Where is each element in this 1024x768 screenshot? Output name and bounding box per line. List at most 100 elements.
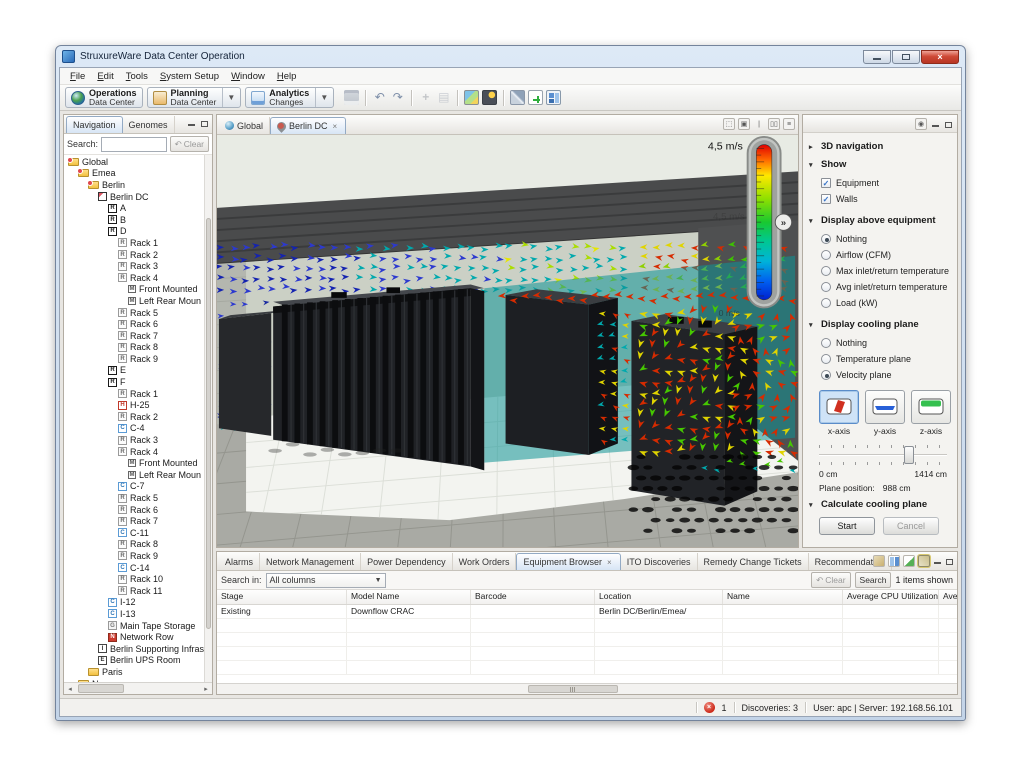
y-axis-button[interactable] [865,390,905,424]
tab-work-orders[interactable]: Work Orders [453,553,517,570]
tree-item-rack-7[interactable]: R Rack 7 [64,330,204,342]
menu-edit[interactable]: Edit [91,70,119,83]
checkbox-walls[interactable]: ✓ Walls [821,191,951,207]
grid-icon[interactable] [888,555,900,567]
start-button[interactable]: Start [819,517,875,535]
tree-item-left-rear-moun[interactable]: M Left Rear Moun [64,295,204,307]
tree-item-c-4[interactable]: C C-4 [64,423,204,435]
3d-room-scene[interactable]: 4,5 m/s [217,135,798,547]
close-tab-icon[interactable]: × [331,121,340,132]
tree-item-rack-9[interactable]: R Rack 9 [64,353,204,365]
panel-minimize-icon[interactable] [931,120,940,128]
tree-clear-button[interactable]: ↶Clear [170,136,209,152]
radio-icon[interactable] [821,234,831,244]
scrollbar-thumb[interactable] [528,685,618,693]
tree-item-c-7[interactable]: C C-7 [64,481,204,493]
radio-nothing[interactable]: Nothing [821,335,951,351]
checkbox-icon[interactable]: ✓ [821,178,831,188]
tree-item-c-11[interactable]: C C-11 [64,527,204,539]
perspective-planning-button[interactable]: PlanningData Center ▼ [147,87,242,108]
radio-icon[interactable] [821,338,831,348]
tab-alarms[interactable]: Alarms [219,553,260,570]
screenshot-icon[interactable] [464,90,479,105]
x-axis-button[interactable] [819,390,859,424]
slider-thumb[interactable] [904,446,914,464]
save-icon[interactable] [344,90,359,105]
column-stage[interactable]: Stage [217,590,347,604]
tree-item-left-rear-moun[interactable]: M Left Rear Moun [64,469,204,481]
tree-item-rack-2[interactable]: R Rack 2 [64,249,204,261]
split-view-icon[interactable]: ▯▯ [768,118,780,130]
filter-icon[interactable] [873,555,885,567]
maximize-button[interactable] [892,50,920,64]
pin-view-icon[interactable]: ◉ [915,118,927,130]
tree-item-rack-6[interactable]: R Rack 6 [64,318,204,330]
radio-max-inlet-return-temperature[interactable]: Max inlet/return temperature [821,263,951,279]
layout-select-icon[interactable]: ⬚ [723,118,735,130]
section-show[interactable]: ▾ Show [809,155,951,173]
tab-berlin-dc[interactable]: Berlin DC × [270,117,346,134]
column-model-name[interactable]: Model Name [347,590,471,604]
titlebar[interactable]: StruxureWare Data Center Operation × [56,46,965,67]
tree-item-network-row[interactable]: N Network Row [64,631,204,643]
panel-maximize-icon[interactable] [945,557,954,565]
tree-item-rack-5[interactable]: R Rack 5 [64,492,204,504]
eraser-icon[interactable] [918,555,930,567]
redo-icon[interactable]: ↷ [390,90,405,105]
tree-item-rack-8[interactable]: R Rack 8 [64,539,204,551]
column-name[interactable]: Name [723,590,843,604]
tree-item-front-mounted[interactable]: M Front Mounted [64,284,204,296]
column-average-pow[interactable]: Average Pow [939,590,957,604]
scroll-left-icon[interactable]: ◂ [64,685,76,693]
tree-item-a[interactable]: R A [64,202,204,214]
panel-maximize-icon[interactable] [200,119,209,127]
table-clear-button[interactable]: ↶Clear [811,572,850,588]
tree-item-rack-4[interactable]: R Rack 4 [64,446,204,458]
error-icon[interactable]: × [704,702,715,713]
tab-global[interactable]: Global [219,117,270,134]
panel-maximize-icon[interactable] [944,120,953,128]
tree-item-nam[interactable]: Nam [64,678,204,682]
menu-tools[interactable]: Tools [120,70,154,83]
tree-item-emea[interactable]: Emea [64,168,204,180]
menu-help[interactable]: Help [271,70,303,83]
tree-item-f[interactable]: R F [64,376,204,388]
tree-item-rack-9[interactable]: R Rack 9 [64,550,204,562]
tree-item-rack-4[interactable]: R Rack 4 [64,272,204,284]
radio-icon[interactable] [821,354,831,364]
table-row[interactable]: ExistingDownflow CRACBerlin DC/Berlin/Em… [217,605,957,619]
tab-network-management[interactable]: Network Management [260,553,361,570]
radio-icon[interactable] [821,250,831,260]
move-icon[interactable]: + [418,90,433,105]
perspective-analytics-button[interactable]: AnalyticsChanges ▼ [245,87,334,108]
tree-item-rack-11[interactable]: R Rack 11 [64,585,204,597]
tree-item-rack-10[interactable]: R Rack 10 [64,573,204,585]
column-location[interactable]: Location [595,590,723,604]
layout-icon[interactable] [546,90,561,105]
tree-item-rack-3[interactable]: R Rack 3 [64,434,204,446]
scroll-right-icon[interactable]: ▸ [200,685,212,693]
tree-search-input[interactable] [101,137,167,152]
tab-ito-discoveries[interactable]: ITO Discoveries [621,553,698,570]
minimize-button[interactable] [863,50,891,64]
radio-icon[interactable] [821,282,831,292]
table-search-button[interactable]: Search [855,572,892,588]
radio-icon[interactable] [821,266,831,276]
tab-remedy-change-tickets[interactable]: Remedy Change Tickets [698,553,809,570]
tree-item-rack-1[interactable]: R Rack 1 [64,388,204,400]
z-axis-button[interactable] [911,390,951,424]
tree-item-global[interactable]: Global [64,156,204,168]
tree-item-paris[interactable]: Paris [64,666,204,678]
menu-file[interactable]: File [64,70,91,83]
panel-minimize-icon[interactable] [187,119,196,127]
columns-filter-dropdown[interactable]: All columns ▼ [266,573,386,588]
tree-item-b[interactable]: R B [64,214,204,226]
tab-equipment-browser[interactable]: Equipment Browser × [516,553,620,570]
radio-avg-inlet-return-temperature[interactable]: Avg inlet/return temperature [821,279,951,295]
table-horizontal-scrollbar[interactable] [217,683,957,694]
tree-item-rack-1[interactable]: R Rack 1 [64,237,204,249]
menu-window[interactable]: Window [225,70,271,83]
tree-item-berlin-supporting-infrastru[interactable]: I Berlin Supporting Infrastru [64,643,204,655]
radio-nothing[interactable]: Nothing [821,231,951,247]
chevron-right-icon[interactable]: » [781,218,786,229]
